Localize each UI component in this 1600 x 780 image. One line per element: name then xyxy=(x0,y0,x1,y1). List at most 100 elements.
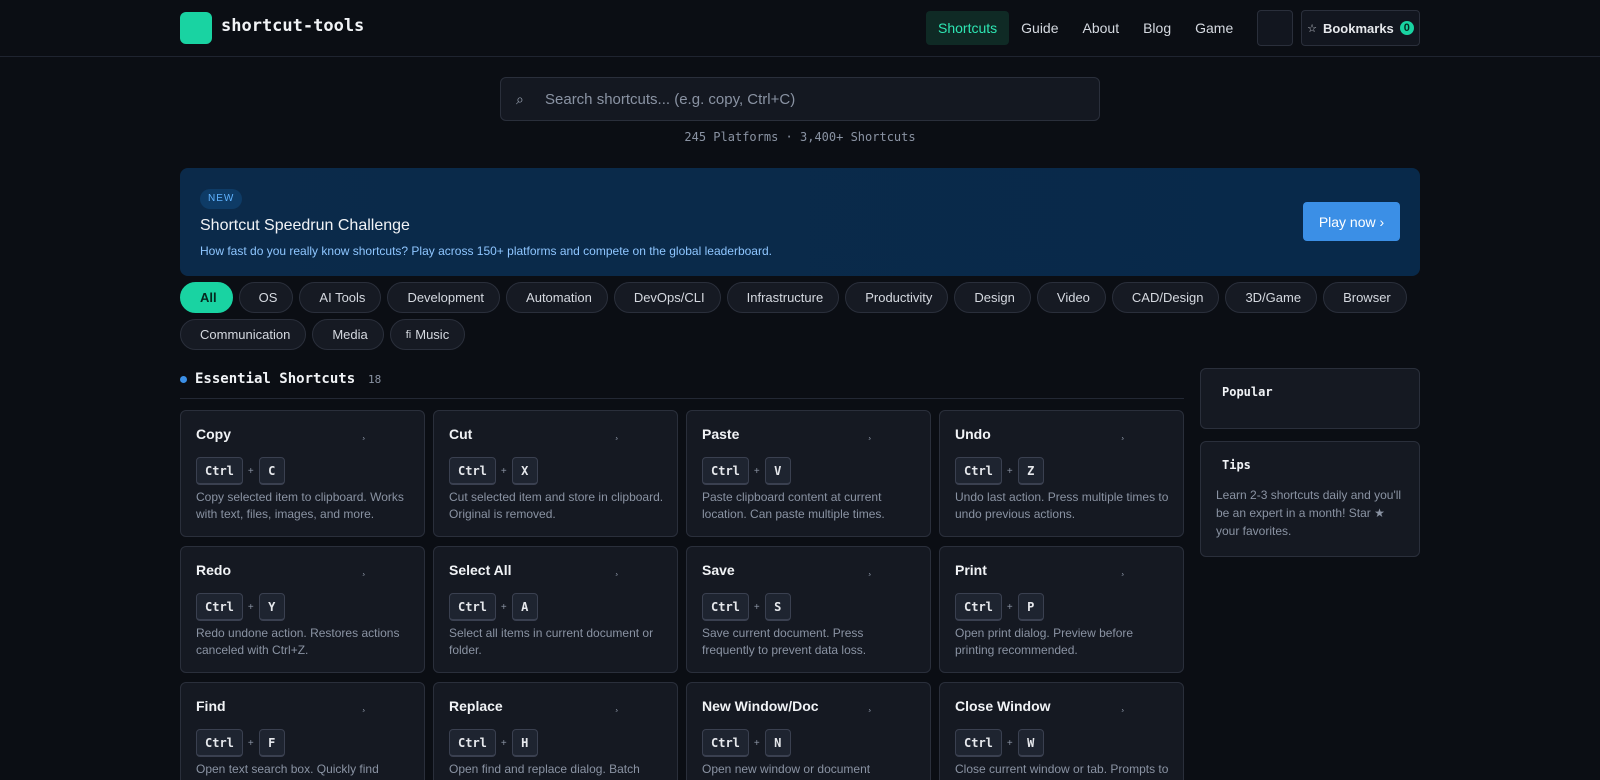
section-divider xyxy=(180,398,1184,399)
category-label: OS xyxy=(258,290,278,305)
bookmark-icon[interactable]: ¸ xyxy=(362,564,366,576)
play-now-button[interactable]: Play now › xyxy=(1303,202,1400,241)
shortcut-title: Close Window xyxy=(955,698,1051,714)
bookmark-icon[interactable]: ¸ xyxy=(615,428,619,440)
shortcut-title: Redo xyxy=(196,562,231,578)
shortcut-description: Open find and replace dialog. Batch xyxy=(449,762,640,776)
plus-sign: + xyxy=(1006,601,1013,613)
shortcut-title: Select All xyxy=(449,562,512,578)
keycap: Ctrl xyxy=(955,593,1002,621)
category-chip-productivity[interactable]: Productivity xyxy=(845,282,949,313)
tips-panel: Tips Learn 2-3 shortcuts daily and you'l… xyxy=(1200,441,1420,557)
category-chip-cad-design[interactable]: CAD/Design xyxy=(1111,282,1220,313)
nav-blog[interactable]: Blog xyxy=(1131,11,1183,45)
shortcut-card[interactable]: Close Window ¸ Ctrl + W Close current window … xyxy=(939,682,1184,780)
bookmark-icon[interactable]: ¸ xyxy=(868,700,872,712)
shortcut-card[interactable]: Find ¸ Ctrl + F Open text search box. Quickly… xyxy=(180,682,425,780)
category-label: 3D/Game xyxy=(1245,290,1302,305)
shortcut-card[interactable]: Save ¸ Ctrl + S Save current document. Press … xyxy=(686,546,931,673)
main-nav: Shortcuts Guide About Blog Game xyxy=(926,11,1245,45)
bookmark-icon[interactable]: ¸ xyxy=(362,428,366,440)
popular-title-text: Popular xyxy=(1222,385,1273,399)
shortcut-card[interactable]: Select All ¸ Ctrl + A Select all items in cur… xyxy=(433,546,678,673)
nav-about[interactable]: About xyxy=(1071,11,1132,45)
shortcut-description: Select all items in current document or … xyxy=(449,626,654,657)
keycap: H xyxy=(511,729,538,757)
new-badge: NEW xyxy=(200,189,243,209)
bookmark-icon[interactable]: ¸ xyxy=(868,564,872,576)
category-chip-os[interactable]: OS xyxy=(238,282,294,313)
shortcut-card[interactable]: Replace ¸ Ctrl + H Open find and replace dial… xyxy=(433,682,678,780)
category-label: All xyxy=(200,290,217,305)
plus-sign: + xyxy=(753,737,760,749)
bookmark-icon[interactable]: ¸ xyxy=(362,700,366,712)
shortcut-title: Save xyxy=(702,562,735,578)
category-chip-music[interactable]: fi Music xyxy=(389,319,466,350)
theme-toggle-button[interactable] xyxy=(1257,10,1293,46)
bookmark-icon[interactable]: ¸ xyxy=(615,700,619,712)
bookmark-icon[interactable]: ¸ xyxy=(1121,428,1125,440)
logo-icon[interactable] xyxy=(180,12,212,44)
category-chip-development[interactable]: Development xyxy=(387,282,501,313)
category-chip-communication[interactable]: Communication xyxy=(180,319,307,350)
keycap: Ctrl xyxy=(196,729,243,757)
speedrun-banner: NEW Shortcut Speedrun Challenge How fast… xyxy=(180,168,1420,276)
shortcut-card[interactable]: Paste ¸ Ctrl + V Paste clipboard content at c… xyxy=(686,410,931,537)
category-label: Music xyxy=(415,327,450,342)
keycap: W xyxy=(1017,729,1044,757)
bookmark-icon[interactable]: ¸ xyxy=(615,564,619,576)
shortcut-title: Paste xyxy=(702,426,740,442)
shortcut-description: Open print dialog. Preview before printi… xyxy=(955,626,1134,657)
category-chip-media[interactable]: Media xyxy=(312,319,384,350)
shortcut-card[interactable]: New Window/Doc ¸ Ctrl + N Open new window or … xyxy=(686,682,931,780)
keycap: V xyxy=(764,457,791,485)
nav-game[interactable]: Game xyxy=(1183,11,1245,45)
nav-shortcuts[interactable]: Shortcuts xyxy=(926,11,1010,45)
top-header: shortcut-tools Shortcuts Guide About Blog Ga… xyxy=(0,0,1600,57)
category-chip-design[interactable]: Design xyxy=(954,282,1031,313)
keycap: Y xyxy=(258,593,285,621)
category-chip-automation[interactable]: Automation xyxy=(506,282,608,313)
keycap: Ctrl xyxy=(955,729,1002,757)
shortcut-card[interactable]: Print ¸ Ctrl + P Open print dialog. Preview b… xyxy=(939,546,1184,673)
category-chip-infrastructure[interactable]: Infrastructure xyxy=(726,282,840,313)
keycap: Ctrl xyxy=(449,593,496,621)
category-chip-all[interactable]: All xyxy=(180,282,233,313)
category-icon: fi xyxy=(405,328,412,341)
category-chip-browser[interactable]: Browser xyxy=(1323,282,1407,313)
shortcut-title: Print xyxy=(955,562,987,578)
category-label: Browser xyxy=(1343,290,1391,305)
keycap: Ctrl xyxy=(702,457,749,485)
shortcut-description: Open new window or document xyxy=(702,762,871,776)
tips-text: Learn 2-3 shortcuts daily and you'll be … xyxy=(1216,488,1402,538)
key-combo: Ctrl + F xyxy=(196,729,285,757)
category-chip-video[interactable]: Video xyxy=(1036,282,1106,313)
keycap: Ctrl xyxy=(196,593,243,621)
category-chip-ai-tools[interactable]: AI Tools xyxy=(299,282,382,313)
shortcut-card[interactable]: Redo ¸ Ctrl + Y Redo undone action. Restores … xyxy=(180,546,425,673)
nav-guide[interactable]: Guide xyxy=(1009,11,1070,45)
plus-sign: + xyxy=(753,601,760,613)
keycap: F xyxy=(258,729,285,757)
bookmark-icon[interactable]: ¸ xyxy=(1121,564,1125,576)
key-combo: Ctrl + N xyxy=(702,729,791,757)
keycap: A xyxy=(511,593,538,621)
bookmark-icon[interactable]: ¸ xyxy=(868,428,872,440)
keycap: Ctrl xyxy=(955,457,1002,485)
search-box: ⌕ xyxy=(500,77,1100,121)
category-chip-3d-game[interactable]: 3D/Game xyxy=(1225,282,1318,313)
shortcut-card[interactable]: Cut ¸ Ctrl + X Cut selected item and store in… xyxy=(433,410,678,537)
search-input[interactable] xyxy=(545,78,1085,120)
plus-sign: + xyxy=(247,737,254,749)
bookmark-icon[interactable]: ¸ xyxy=(1121,700,1125,712)
category-chip-devops-cli[interactable]: DevOps/CLI xyxy=(613,282,721,313)
tips-title: Tips xyxy=(1216,458,1251,472)
category-label: Automation xyxy=(526,290,592,305)
key-combo: Ctrl + H xyxy=(449,729,538,757)
bookmarks-button[interactable]: ☆ Bookmarks 0 xyxy=(1301,10,1420,46)
keycap: Ctrl xyxy=(196,457,243,485)
shortcut-description: Close current window or tab. Prompts to xyxy=(955,762,1169,776)
brand-name[interactable]: shortcut-tools xyxy=(221,16,364,36)
shortcut-card[interactable]: Copy ¸ Ctrl + C Copy selected item to clipboa… xyxy=(180,410,425,537)
shortcut-card[interactable]: Undo ¸ Ctrl + Z Undo last action. Press multi… xyxy=(939,410,1184,537)
